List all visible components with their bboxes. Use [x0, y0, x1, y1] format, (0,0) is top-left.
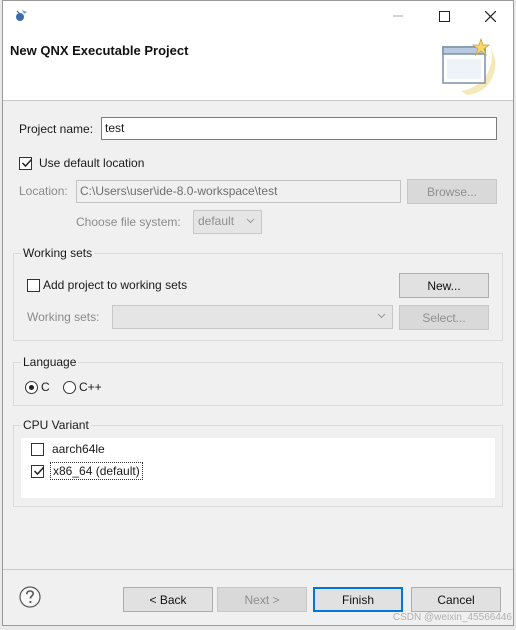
chevron-down-icon	[246, 218, 255, 224]
title-bar	[3, 1, 513, 31]
wizard-window: New QNX Executable Project Project name:…	[2, 0, 514, 626]
cpu-variant-title: CPU Variant	[21, 418, 91, 432]
project-name-label: Project name:	[19, 122, 94, 136]
project-name-input[interactable]: test	[101, 117, 497, 140]
cpu-variant-label-x86-64[interactable]: x86_64 (default)	[50, 462, 143, 480]
language-option-cpp-label: C++	[79, 380, 102, 394]
close-icon	[484, 10, 496, 22]
maximize-icon	[438, 10, 450, 22]
wizard-header: New QNX Executable Project	[3, 31, 513, 101]
minimize-button[interactable]	[375, 1, 421, 31]
language-option-c-label: C	[41, 380, 50, 394]
location-label: Location:	[19, 184, 68, 198]
new-project-wizard-icon	[442, 37, 496, 95]
browse-button[interactable]: Browse...	[407, 179, 497, 204]
language-radio-cpp[interactable]	[63, 381, 76, 394]
language-title: Language	[21, 355, 79, 369]
checkmark-icon	[21, 158, 33, 168]
eclipse-app-icon	[16, 10, 27, 21]
minimize-icon	[393, 15, 403, 17]
maximize-button[interactable]	[421, 1, 467, 31]
radio-selected-dot	[29, 385, 34, 390]
use-default-location-checkbox[interactable]	[19, 157, 33, 170]
checkmark-icon	[33, 466, 45, 476]
location-input[interactable]: C:\Users\user\ide-8.0-workspace\test	[76, 180, 401, 203]
cpu-variant-label-aarch64le[interactable]: aarch64le	[52, 442, 105, 456]
add-to-working-sets-label: Add project to working sets	[43, 278, 188, 292]
use-default-location-label: Use default location	[39, 156, 145, 170]
working-sets-label: Working sets:	[27, 310, 100, 324]
cpu-variant-checkbox-x86-64[interactable]	[31, 465, 45, 478]
footer-separator	[3, 569, 513, 570]
file-system-value: default	[198, 214, 235, 228]
csdn-watermark: CSDN @weixin_45566446	[392, 612, 512, 623]
file-system-select[interactable]: default	[193, 210, 262, 234]
file-system-label: Choose file system:	[76, 215, 181, 229]
add-to-working-sets-checkbox[interactable]	[27, 279, 40, 292]
cancel-button[interactable]: Cancel	[411, 587, 501, 612]
language-radio-c[interactable]	[25, 381, 38, 394]
working-sets-title: Working sets	[21, 246, 95, 260]
finish-button[interactable]: Finish	[313, 587, 403, 612]
help-icon[interactable]	[18, 585, 42, 609]
back-button[interactable]: < Back	[123, 587, 213, 612]
select-working-sets-button[interactable]: Select...	[399, 305, 489, 330]
cpu-variant-checkbox-aarch64le[interactable]	[31, 443, 44, 456]
working-sets-select[interactable]	[112, 305, 393, 329]
wizard-title: New QNX Executable Project	[10, 43, 189, 58]
new-working-set-button[interactable]: New...	[399, 273, 489, 298]
close-button[interactable]	[467, 1, 513, 31]
next-button[interactable]: Next >	[217, 587, 307, 612]
chevron-down-icon	[377, 313, 386, 319]
